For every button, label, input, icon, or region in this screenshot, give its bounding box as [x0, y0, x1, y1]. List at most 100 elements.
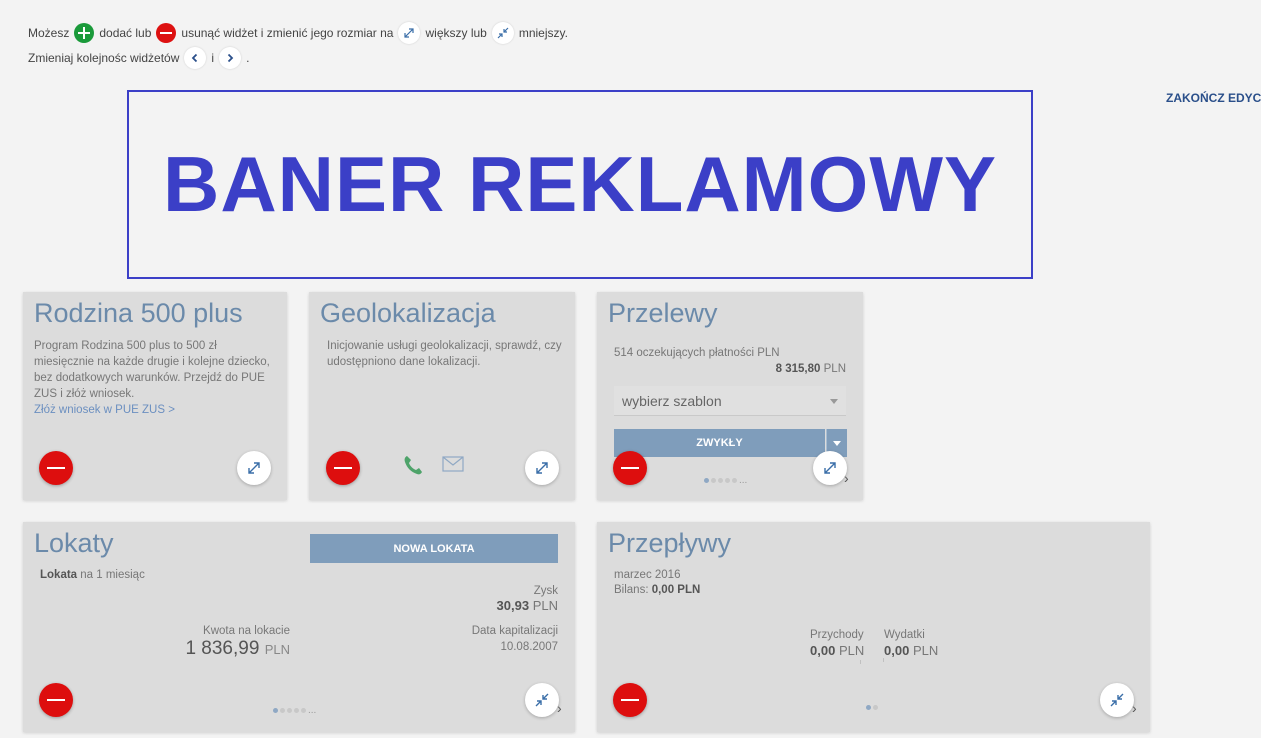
amount-currency: PLN [823, 363, 846, 375]
expand-widget-button[interactable] [525, 451, 559, 485]
chevron-right-icon[interactable]: › [1132, 700, 1137, 716]
pue-zus-link[interactable]: Złóż wniosek w PUE ZUS > [34, 404, 175, 416]
pager-dot[interactable] [725, 478, 730, 483]
deposit-amount-label: Kwota na lokacie [203, 625, 290, 637]
shrink-icon [535, 693, 549, 707]
widget-rodzina-500: Rodzina 500 plus Program Rodzina 500 plu… [23, 292, 287, 500]
income-currency: PLN [838, 643, 865, 658]
profit-amount: 30,93 PLN [497, 598, 558, 614]
balance-value: 0,00 PLN [651, 584, 701, 596]
phone-icon[interactable] [401, 453, 425, 482]
instr-text: większy lub [425, 26, 487, 40]
remove-widget-button[interactable] [613, 683, 647, 717]
income-amount: 0,00 PLN [810, 643, 864, 659]
widget-title: Lokaty [34, 528, 114, 558]
income-value: 0,00 [810, 643, 836, 658]
pager-dot[interactable] [704, 478, 709, 483]
remove-widget-button[interactable] [39, 683, 73, 717]
instr-text: usunąć widżet i zmienić jego rozmiar na [181, 26, 394, 40]
geo-description: Inicjowanie usługi geolokalizacji, spraw… [327, 340, 562, 368]
profit-label: Zysk [533, 585, 558, 597]
expand-widget-button[interactable] [813, 451, 847, 485]
capitalization-date: 10.08.2007 [500, 641, 558, 653]
instructions-line-1: Możesz dodać lub usunąć widżet i zmienić… [25, 22, 571, 44]
transfer-normal-button[interactable]: ZWYKŁY [614, 429, 825, 457]
instr-text: dodać lub [99, 26, 152, 40]
pager-dot[interactable] [873, 705, 878, 710]
instr-text: i [211, 51, 215, 65]
remove-widget-button[interactable] [39, 451, 73, 485]
shrink-widget-button[interactable] [525, 683, 559, 717]
pager-dot[interactable] [294, 708, 299, 713]
income-bar [860, 660, 861, 664]
end-edit-link[interactable]: ZAKOŃCZ EDYCJĘ [1166, 91, 1261, 105]
template-select-value: wybierz szablon [622, 393, 722, 409]
expenses-value: 0,00 [884, 643, 910, 658]
deposit-type: Lokata [40, 569, 78, 581]
widget-title: Przelewy [608, 298, 718, 328]
widget-lokaty: Lokaty NOWA LOKATA Lokata na 1 miesiąc Z… [23, 522, 575, 732]
expenses-label: Wydatki [884, 629, 925, 641]
shrink-icon [1110, 693, 1124, 707]
expenses-bar [883, 658, 884, 662]
chevron-right-icon[interactable]: › [844, 470, 849, 486]
instr-text: . [246, 51, 250, 65]
deposit-subtitle: Lokata na 1 miesiąc [40, 567, 145, 583]
pager-more: ... [308, 705, 317, 716]
shrink-widget-button[interactable] [1100, 683, 1134, 717]
deposit-amount: 1 836,99 PLN [185, 638, 290, 660]
balance-label: Bilans: [614, 584, 652, 596]
chevron-left-icon [184, 47, 207, 69]
remove-widget-button[interactable] [613, 451, 647, 485]
widget-geolokalizacja: Geolokalizacja Inicjowanie usługi geolok… [309, 292, 575, 500]
caret-down-icon [830, 399, 838, 404]
widget-title: Rodzina 500 plus [34, 298, 243, 328]
shrink-icon [491, 22, 514, 44]
expenses-currency: PLN [912, 643, 939, 658]
minus-icon [156, 23, 177, 43]
pager-dot[interactable] [287, 708, 292, 713]
expenses-amount: 0,00 PLN [884, 643, 938, 659]
pager-dots[interactable]: ... [704, 475, 747, 486]
expand-icon [248, 462, 260, 474]
instructions-line-2: Zmieniaj kolejnośc widżetów i . [25, 47, 252, 69]
pending-amount: 8 315,80 PLN [776, 361, 846, 377]
deposit-amount-currency: PLN [264, 642, 290, 657]
pager-dots[interactable]: ... [273, 705, 316, 716]
ad-banner[interactable]: BANER REKLAMOWY [127, 90, 1033, 279]
instr-text: mniejszy. [518, 26, 568, 40]
pager-dot[interactable] [273, 708, 278, 713]
expand-icon [398, 22, 421, 44]
pager-dot[interactable] [866, 705, 871, 710]
new-deposit-button[interactable]: NOWA LOKATA [310, 534, 558, 563]
widget-title: Geolokalizacja [320, 298, 496, 328]
widget-przelewy: Przelewy 514 oczekujących płatności PLN … [597, 292, 863, 500]
widget-description: Program Rodzina 500 plus to 500 zł miesi… [34, 338, 279, 418]
expand-widget-button[interactable] [237, 451, 271, 485]
pager-dots[interactable] [866, 705, 878, 710]
profit-value: 30,93 [496, 598, 530, 613]
cashflow-balance: Bilans: 0,00 PLN [614, 582, 700, 598]
template-select[interactable]: wybierz szablon [614, 386, 846, 416]
mail-icon[interactable] [442, 456, 464, 477]
instr-text: Możesz [28, 26, 70, 40]
chevron-right-icon[interactable]: › [557, 700, 562, 716]
widget-przeplywy: Przepływy marzec 2016 Bilans: 0,00 PLN P… [597, 522, 1150, 732]
pager-dot[interactable] [301, 708, 306, 713]
cashflow-month: marzec 2016 [614, 569, 681, 581]
chevron-right-icon [219, 47, 242, 69]
pager-dot[interactable] [711, 478, 716, 483]
plus-icon [74, 23, 95, 43]
pager-dot[interactable] [732, 478, 737, 483]
profit-currency: PLN [532, 598, 558, 613]
expand-icon [824, 462, 836, 474]
capitalization-label: Data kapitalizacji [471, 625, 558, 637]
amount-value: 8 315,80 [775, 363, 821, 375]
rodzina-description: Program Rodzina 500 plus to 500 zł miesi… [34, 340, 270, 400]
pager-dot[interactable] [718, 478, 723, 483]
remove-widget-button[interactable] [326, 451, 360, 485]
pager-dot[interactable] [280, 708, 285, 713]
pending-payments: 514 oczekujących płatności PLN [614, 347, 780, 359]
widget-title: Przepływy [608, 528, 732, 558]
pager-more: ... [739, 475, 748, 486]
